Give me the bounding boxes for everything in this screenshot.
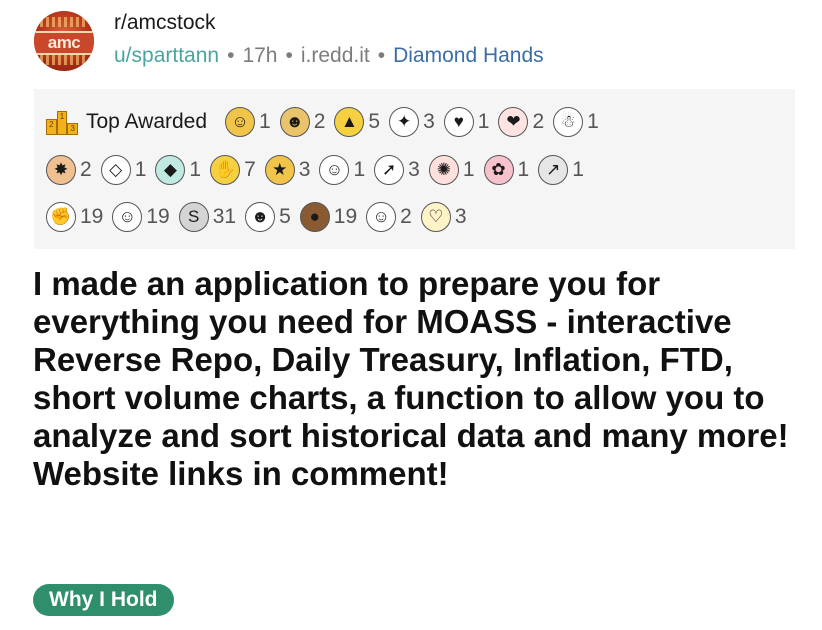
wholesome-snoo-icon: ♥ bbox=[443, 107, 474, 137]
subreddit-name[interactable]: r/amcstock bbox=[114, 11, 216, 35]
marquee-lights bbox=[40, 17, 88, 27]
award-item[interactable]: ◇ 1 bbox=[100, 155, 147, 185]
award-count: 1 bbox=[462, 158, 475, 181]
chef-snoo-icon: ☃ bbox=[553, 107, 584, 137]
post-flair-pill[interactable]: Why I Hold bbox=[33, 584, 174, 616]
amc-logo: amc bbox=[34, 31, 94, 55]
award-item[interactable]: ● 19 bbox=[299, 202, 358, 232]
award-item[interactable]: ◆ 1 bbox=[155, 155, 201, 185]
top-awarded-label: Top Awarded bbox=[86, 110, 208, 133]
award-count: 1 bbox=[587, 110, 599, 133]
gold-star-icon: ★ bbox=[264, 155, 295, 185]
separator-dot: • bbox=[285, 44, 293, 67]
award-count: 1 bbox=[517, 158, 530, 181]
award-item[interactable]: ↗ 1 bbox=[538, 155, 584, 185]
award-item[interactable]: ☻ 2 bbox=[279, 107, 326, 137]
award-count: 2 bbox=[80, 158, 92, 181]
award-item[interactable]: ☺ 1 bbox=[319, 155, 365, 185]
award-count: 19 bbox=[146, 205, 170, 228]
award-count: 2 bbox=[532, 110, 545, 133]
fire-icon: ✸ bbox=[46, 155, 76, 185]
awards-panel[interactable]: 2 1 3 Top Awarded ☺ 1 ☻ 2 ▲ 5 ✦ 3 ♥ 1 ❤ 2 ☃ 1 ✸ 2 ◇ 1 ◆ 1 ✋… bbox=[34, 89, 795, 249]
bear-icon: ● bbox=[299, 202, 330, 232]
award-item[interactable]: ☃ 1 bbox=[553, 107, 599, 137]
subreddit-avatar[interactable]: amc bbox=[34, 11, 94, 71]
post-title[interactable]: I made an application to prepare you for… bbox=[33, 265, 803, 493]
award-count: 31 bbox=[212, 205, 237, 228]
award-count: 1 bbox=[134, 158, 147, 181]
award-item[interactable]: ★ 3 bbox=[264, 155, 311, 185]
rocket-icon: ➚ bbox=[374, 155, 405, 185]
award-item[interactable]: ♡ 3 bbox=[420, 202, 467, 232]
user-flair: Diamond Hands bbox=[393, 44, 544, 67]
arm-wrestle-icon: ✊ bbox=[46, 202, 76, 232]
separator-dot: • bbox=[377, 44, 386, 67]
to-the-stars-icon: ▲ bbox=[334, 107, 365, 137]
brain-icon: ✿ bbox=[483, 155, 514, 185]
starstruck-icon: ✦ bbox=[389, 107, 420, 137]
snoo-wave-icon: ☺ bbox=[319, 155, 350, 185]
top-awarded-icon: 2 1 3 bbox=[46, 109, 79, 135]
award-item[interactable]: ☺ 1 bbox=[225, 107, 271, 137]
award-count: 5 bbox=[368, 110, 381, 133]
handshake-icon: ✋ bbox=[210, 155, 241, 185]
snoo-blush-icon: ☺ bbox=[366, 202, 397, 232]
award-item[interactable]: ☺ 19 bbox=[112, 202, 170, 232]
award-count: 1 bbox=[477, 110, 490, 133]
diamond-icon: ◆ bbox=[155, 155, 186, 185]
award-count: 7 bbox=[244, 158, 256, 181]
award-item[interactable]: ✋ 7 bbox=[210, 155, 256, 185]
award-count: 1 bbox=[572, 158, 584, 181]
award-item[interactable]: ✦ 3 bbox=[389, 107, 435, 137]
award-item[interactable]: ✸ 2 bbox=[46, 155, 92, 185]
award-item[interactable]: ♥ 1 bbox=[443, 107, 490, 137]
award-item[interactable]: ❤ 2 bbox=[498, 107, 544, 137]
award-count: 1 bbox=[353, 158, 366, 181]
award-item[interactable]: ☻ 5 bbox=[245, 202, 291, 232]
author-link[interactable]: u/sparttann bbox=[114, 44, 219, 67]
award-count: 5 bbox=[279, 205, 291, 228]
award-count: 2 bbox=[313, 110, 326, 133]
bear-snoo-icon: ☻ bbox=[245, 202, 276, 232]
gem-hand-icon: ◇ bbox=[100, 155, 131, 185]
separator-dot: • bbox=[227, 44, 235, 67]
awards-row-1: 2 1 3 Top Awarded ☺ 1 ☻ 2 ▲ 5 ✦ 3 ♥ 1 ❤ 2 ☃ 1 bbox=[46, 104, 608, 140]
awards-row-2: ✸ 2 ◇ 1 ◆ 1 ✋ 7 ★ 3 ☺ 1 ➚ 3 ✺ 1 ✿ 1 ↗ 1 bbox=[46, 152, 593, 188]
award-item[interactable]: ✿ 1 bbox=[483, 155, 530, 185]
silver-coin-icon: S bbox=[178, 202, 209, 232]
award-item[interactable]: ▲ 5 bbox=[334, 107, 380, 137]
post-meta: u/sparttann • 17h • i.redd.it • Diamond Hands bbox=[114, 44, 544, 68]
award-count: 3 bbox=[298, 158, 311, 181]
award-count: 1 bbox=[189, 158, 202, 181]
snoo-smile-icon: ☺ bbox=[112, 202, 143, 232]
post-header: amc r/amcstock u/sparttann • 17h • i.redd.it… bbox=[34, 11, 794, 75]
award-count: 1 bbox=[259, 110, 271, 133]
award-item[interactable]: ✺ 1 bbox=[428, 155, 475, 185]
post-domain[interactable]: i.redd.it bbox=[301, 44, 370, 67]
heartwarming-icon: ❤ bbox=[498, 107, 529, 137]
marquee-lights-bottom bbox=[40, 55, 88, 65]
podium-first: 1 bbox=[56, 111, 68, 135]
podium-second: 2 bbox=[46, 119, 57, 135]
award-item[interactable]: ☺ 2 bbox=[366, 202, 412, 232]
awards-row-3: ✊ 19 ☺ 19 S 31 ☻ 5 ● 19 ☺ 2 ♡ 3 bbox=[46, 199, 476, 235]
award-item[interactable]: S 31 bbox=[178, 202, 237, 232]
crab-icon: ✺ bbox=[428, 155, 459, 185]
award-item[interactable]: ➚ 3 bbox=[374, 155, 420, 185]
heart-eyes-icon: ♡ bbox=[420, 202, 451, 232]
wholesome-icon: ☺ bbox=[225, 107, 256, 137]
award-count: 19 bbox=[333, 205, 358, 228]
award-count: 19 bbox=[80, 205, 104, 228]
award-count: 3 bbox=[454, 205, 467, 228]
helpful-icon: ☻ bbox=[279, 107, 310, 137]
award-count: 3 bbox=[408, 158, 420, 181]
award-item[interactable]: ✊ 19 bbox=[46, 202, 103, 232]
post-time: 17h bbox=[242, 44, 278, 67]
podium-third: 3 bbox=[67, 123, 79, 135]
stonks-icon: ↗ bbox=[538, 155, 569, 185]
award-count: 2 bbox=[400, 205, 412, 228]
award-count: 3 bbox=[423, 110, 435, 133]
